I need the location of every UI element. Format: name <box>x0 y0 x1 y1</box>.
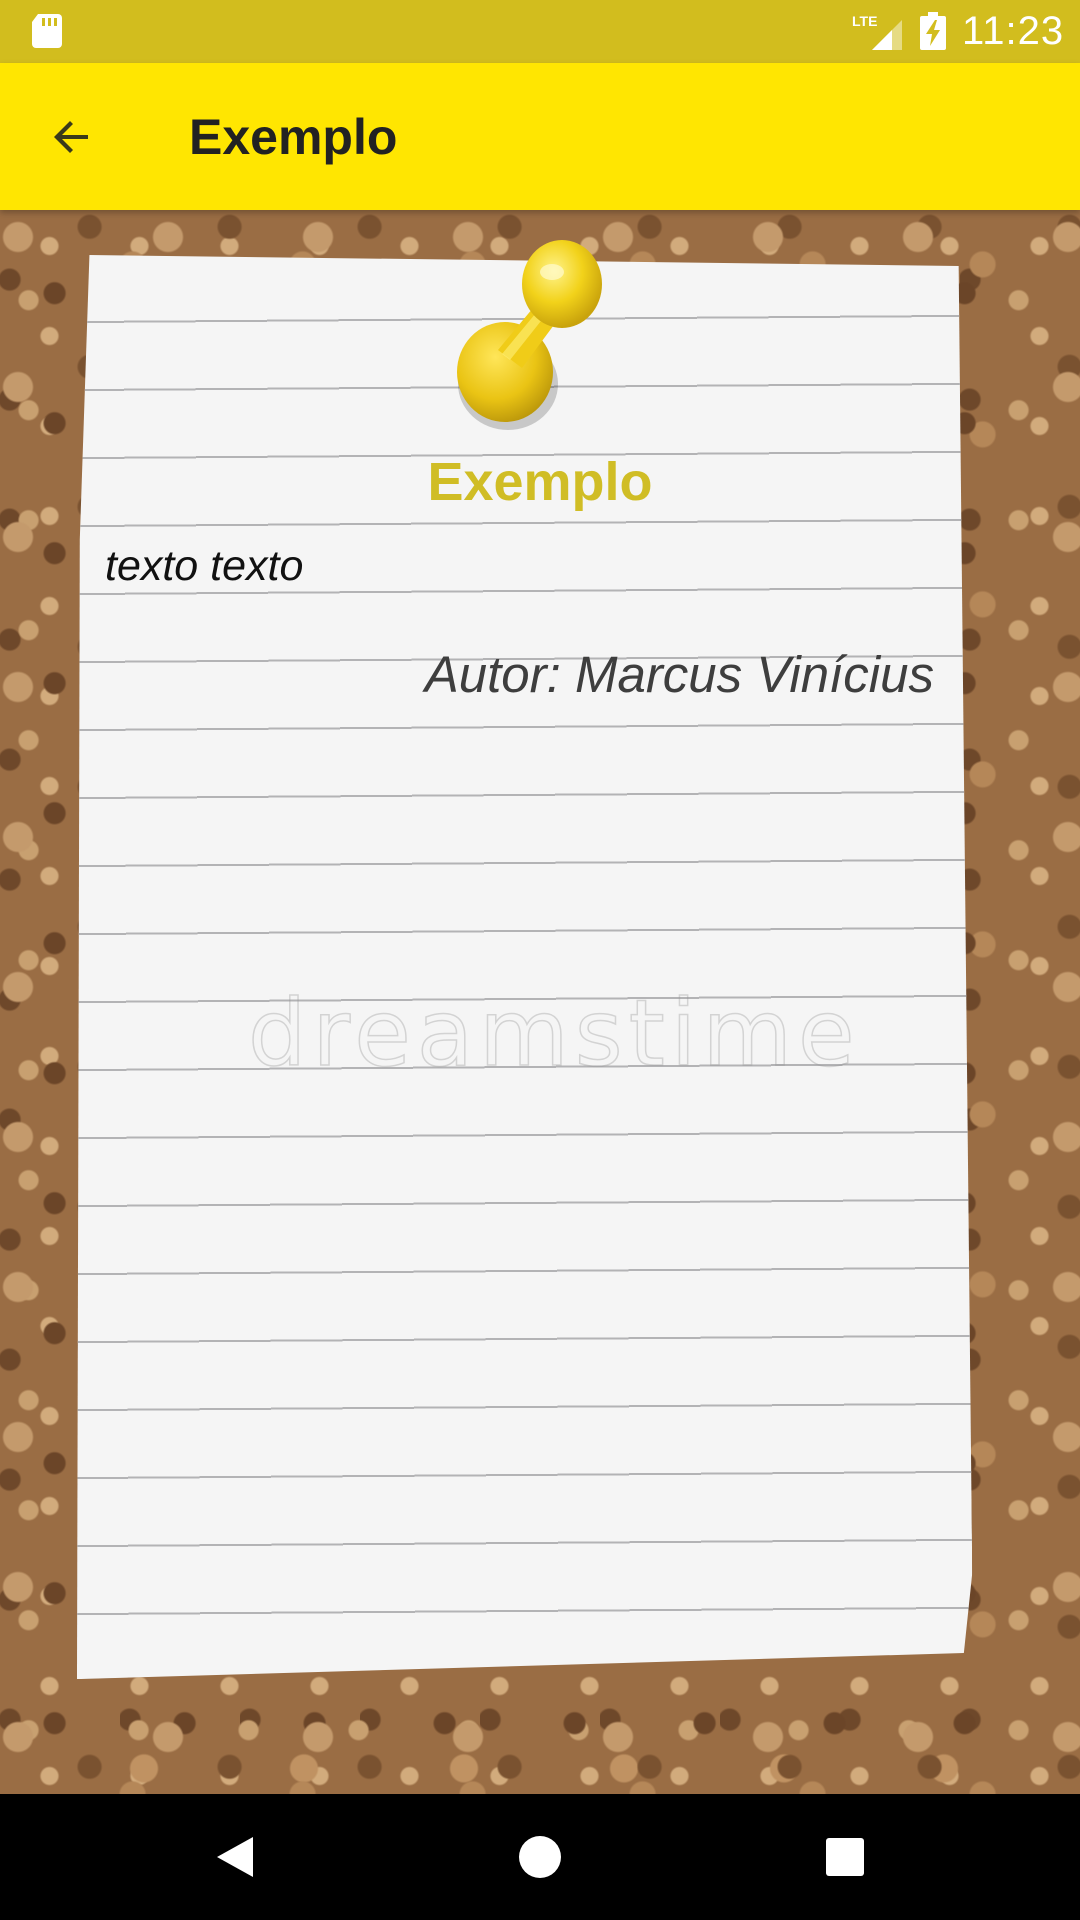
note-content: dreamstime Exemplo texto texto Autor: Ma… <box>0 210 1080 1794</box>
pushpin-icon <box>457 240 602 430</box>
nav-home-button[interactable] <box>470 1794 610 1920</box>
status-bar: LTE 11:23 <box>0 0 1080 63</box>
network-label: LTE <box>852 13 877 29</box>
nav-back-icon <box>217 1837 253 1877</box>
note-body: texto texto <box>105 542 304 590</box>
page-title: Exemplo <box>189 109 398 165</box>
sd-card-icon <box>32 14 62 48</box>
nav-recents-icon <box>826 1838 864 1876</box>
app-bar: Exemplo <box>0 63 1080 210</box>
lte-signal-icon: LTE <box>852 13 902 50</box>
back-button[interactable] <box>36 101 108 173</box>
nav-home-icon <box>519 1836 561 1878</box>
nav-recents-button[interactable] <box>775 1794 915 1920</box>
status-time: 11:23 <box>962 9 1065 53</box>
arrow-back-icon <box>54 121 88 153</box>
note-author: Autor: Marcus Vinícius <box>424 646 934 703</box>
nav-back-button[interactable] <box>165 1794 305 1920</box>
note-title: Exemplo <box>427 452 653 512</box>
battery-charging-icon <box>920 12 946 50</box>
system-navigation-bar <box>0 1794 1080 1920</box>
